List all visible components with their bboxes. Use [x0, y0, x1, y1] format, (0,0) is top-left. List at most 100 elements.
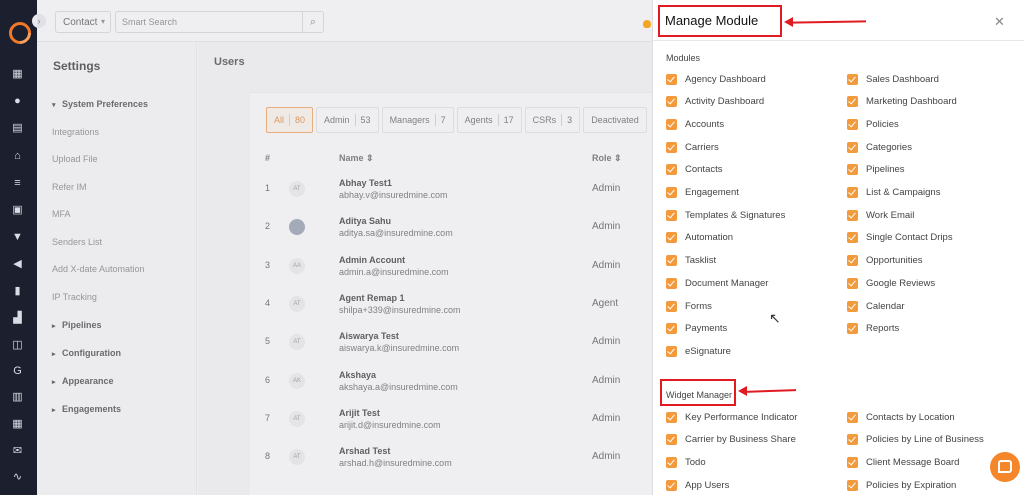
module-checkbox[interactable]: Work Email: [847, 208, 914, 222]
module-checkbox[interactable]: Calendar: [847, 299, 905, 313]
module-checkbox[interactable]: eSignature: [666, 344, 731, 358]
checkbox-checked-icon[interactable]: [847, 164, 858, 176]
header-divider: [653, 40, 1024, 41]
module-checkbox[interactable]: Policies by Line of Business: [847, 433, 984, 447]
chart-icon[interactable]: ▟: [11, 313, 24, 324]
module-checkbox[interactable]: Tasklist: [666, 254, 716, 268]
module-checkbox[interactable]: Forms: [666, 299, 712, 313]
report-icon[interactable]: ▥: [11, 392, 24, 403]
checkbox-label: Document Manager: [685, 277, 769, 289]
checkbox-checked-icon[interactable]: [666, 434, 677, 446]
checkbox-checked-icon[interactable]: [666, 141, 677, 153]
module-checkbox[interactable]: Pipelines: [847, 163, 905, 177]
module-checkbox[interactable]: Google Reviews: [847, 276, 935, 290]
checkbox-checked-icon[interactable]: [847, 73, 858, 85]
checkbox-checked-icon[interactable]: [666, 232, 677, 244]
module-checkbox[interactable]: Activity Dashboard: [666, 95, 764, 109]
checkbox-label: Payments: [685, 323, 728, 335]
contacts-icon[interactable]: ●: [11, 96, 24, 107]
checkbox-checked-icon[interactable]: [847, 96, 858, 108]
list-icon[interactable]: ≡: [11, 178, 24, 189]
app-logo[interactable]: [4, 17, 36, 49]
mouse-cursor-icon: ↖: [769, 310, 781, 326]
documents-icon[interactable]: ▤: [11, 123, 24, 134]
checkbox-checked-icon[interactable]: [666, 300, 677, 312]
id-card-icon[interactable]: ▣: [11, 205, 24, 216]
close-icon[interactable]: ✕: [994, 14, 1005, 30]
module-checkbox[interactable]: Opportunities: [847, 254, 923, 268]
bell-icon[interactable]: [643, 20, 651, 28]
google-icon[interactable]: G: [11, 366, 24, 377]
checkbox-checked-icon[interactable]: [666, 96, 677, 108]
module-checkbox[interactable]: Automation: [666, 231, 733, 245]
checkbox-label: Pipelines: [866, 164, 905, 176]
checkbox-checked-icon[interactable]: [847, 255, 858, 267]
module-checkbox[interactable]: Payments: [666, 322, 727, 336]
checkbox-label: Policies: [866, 118, 899, 130]
filter-icon[interactable]: ▼: [11, 232, 24, 243]
checkbox-checked-icon[interactable]: [666, 164, 677, 176]
checkbox-checked-icon[interactable]: [666, 73, 677, 85]
file-icon[interactable]: ▮: [11, 286, 24, 297]
module-checkbox[interactable]: Policies by Expiration: [847, 478, 956, 492]
checkbox-checked-icon[interactable]: [847, 456, 858, 468]
megaphone-icon[interactable]: ◀: [11, 259, 24, 270]
checkbox-checked-icon[interactable]: [847, 277, 858, 289]
module-checkbox[interactable]: Todo: [666, 455, 706, 469]
checkbox-checked-icon[interactable]: [666, 255, 677, 267]
module-checkbox[interactable]: App Users: [666, 478, 729, 492]
checkbox-checked-icon[interactable]: [666, 323, 677, 335]
module-checkbox[interactable]: Engagement: [666, 186, 739, 200]
checkbox-checked-icon[interactable]: [847, 434, 858, 446]
module-checkbox[interactable]: Templates & Signatures: [666, 208, 785, 222]
checkbox-checked-icon[interactable]: [666, 456, 677, 468]
module-checkbox[interactable]: Agency Dashboard: [666, 72, 766, 86]
modal-backdrop[interactable]: [37, 0, 652, 495]
checkbox-label: Tasklist: [685, 255, 717, 267]
folder-icon[interactable]: ◫: [11, 340, 24, 351]
chat-button[interactable]: [990, 452, 1020, 482]
checkbox-checked-icon[interactable]: [666, 479, 677, 491]
mail-icon[interactable]: ✉: [11, 446, 24, 457]
module-checkbox[interactable]: Accounts: [666, 117, 724, 131]
checkbox-checked-icon[interactable]: [666, 345, 677, 357]
bank-icon[interactable]: ⌂: [11, 151, 24, 162]
checkbox-checked-icon[interactable]: [847, 232, 858, 244]
checkbox-checked-icon[interactable]: [847, 479, 858, 491]
checkbox-label: Engagement: [685, 187, 739, 198]
checkbox-label: Marketing Dashboard: [866, 96, 957, 108]
module-checkbox[interactable]: Contacts: [666, 163, 723, 177]
module-checkbox[interactable]: List & Campaigns: [847, 186, 940, 200]
checkbox-checked-icon[interactable]: [847, 411, 858, 423]
calendar-icon[interactable]: ▦: [11, 419, 24, 430]
checkbox-checked-icon[interactable]: [666, 187, 677, 198]
checkbox-checked-icon[interactable]: [666, 209, 677, 221]
checkbox-checked-icon[interactable]: [847, 323, 858, 335]
checkbox-checked-icon[interactable]: [666, 118, 677, 130]
checkbox-label: Policies by Expiration: [866, 479, 957, 491]
checkbox-label: Client Message Board: [866, 456, 960, 468]
module-checkbox[interactable]: Contacts by Location: [847, 410, 955, 424]
module-checkbox[interactable]: Key Performance Indicator: [666, 410, 797, 424]
dashboard-icon[interactable]: ▦: [11, 69, 24, 80]
checkbox-checked-icon[interactable]: [666, 411, 677, 423]
module-checkbox[interactable]: Single Contact Drips: [847, 231, 953, 245]
checkbox-checked-icon[interactable]: [847, 187, 858, 198]
module-checkbox[interactable]: Marketing Dashboard: [847, 95, 957, 109]
chat-icon: [998, 460, 1012, 473]
signature-icon[interactable]: ∿: [11, 472, 24, 483]
module-checkbox[interactable]: Carrier by Business Share: [666, 433, 796, 447]
module-checkbox[interactable]: Sales Dashboard: [847, 72, 939, 86]
checkbox-checked-icon[interactable]: [666, 277, 677, 289]
checkbox-label: Forms: [685, 300, 712, 312]
checkbox-checked-icon[interactable]: [847, 141, 858, 153]
module-checkbox[interactable]: Reports: [847, 322, 899, 336]
checkbox-checked-icon[interactable]: [847, 209, 858, 221]
checkbox-checked-icon[interactable]: [847, 300, 858, 312]
module-checkbox[interactable]: Carriers: [666, 140, 719, 154]
checkbox-checked-icon[interactable]: [847, 118, 858, 130]
module-checkbox[interactable]: Client Message Board: [847, 455, 959, 469]
module-checkbox[interactable]: Policies: [847, 117, 899, 131]
module-checkbox[interactable]: Categories: [847, 140, 912, 154]
module-checkbox[interactable]: Document Manager: [666, 276, 768, 290]
